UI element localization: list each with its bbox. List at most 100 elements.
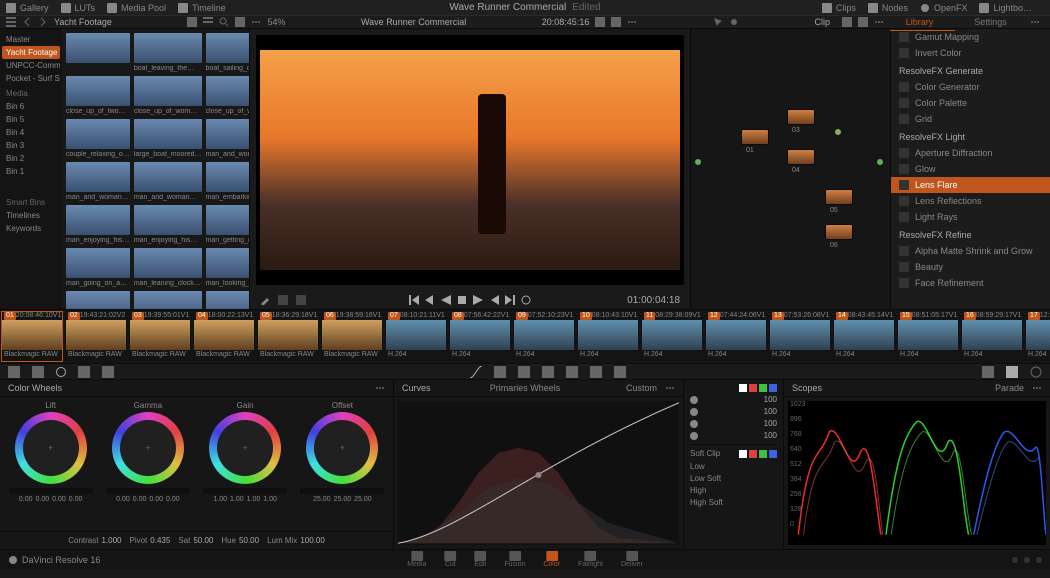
tool-sizing-icon[interactable] [590, 366, 602, 378]
color-wheel-gamma[interactable]: Gamma+0.000.000.000.00 [101, 401, 194, 527]
library-item[interactable]: Gamut Mapping [891, 29, 1050, 45]
media-thumbnail[interactable]: couple_relaxing_o… [66, 119, 130, 158]
timeline-clip[interactable]: 0619:38:59:16V1Blackmagic RAW [322, 312, 382, 361]
page-cut[interactable]: Cut [444, 551, 456, 568]
media-pool-tab[interactable]: Media Pool [107, 3, 166, 13]
list-icon[interactable] [6, 17, 16, 27]
timeline-clip[interactable]: 1307:53:26:08V1H.264 [770, 312, 830, 361]
reset-icon[interactable] [858, 17, 868, 27]
wheels-mode[interactable]: Primaries Wheels [490, 383, 561, 393]
media-thumbnail[interactable]: man_and_woman… [66, 162, 130, 201]
luts-tab[interactable]: LUTs [61, 3, 96, 13]
timeline-clip[interactable]: 0319:39:55:01V1Blackmagic RAW [130, 312, 190, 361]
first-frame-button[interactable] [409, 295, 419, 305]
node[interactable]: 06 [825, 224, 853, 240]
timeline-clip[interactable]: 1508:51:05:17V1H.264 [898, 312, 958, 361]
media-thumbnail[interactable]: man_pulling_up_s… [134, 291, 202, 309]
tool-adjust-icon[interactable] [8, 366, 20, 378]
library-item[interactable]: Aperture Diffraction [891, 145, 1050, 161]
tool-window-icon[interactable] [78, 366, 90, 378]
media-thumbnail[interactable]: man_pulling_rope… [66, 291, 130, 309]
library-tab[interactable]: Library [884, 14, 955, 31]
tree-bin[interactable]: Bin 5 [2, 113, 60, 126]
tool-3d-icon[interactable] [614, 366, 626, 378]
library-item[interactable]: Grid [891, 111, 1050, 127]
timeline-clip[interactable]: 1608:59:29:17V1H.264 [962, 312, 1022, 361]
curves-editor[interactable] [398, 401, 679, 545]
library-item[interactable]: Face Refinement [891, 275, 1050, 291]
library-item[interactable]: Color Palette [891, 95, 1050, 111]
tool-key-icon[interactable] [566, 366, 578, 378]
library-item[interactable]: Light Rays [891, 209, 1050, 225]
sort-icon[interactable] [235, 17, 245, 27]
prev-frame-button[interactable] [425, 295, 435, 305]
media-thumbnail[interactable]: man_and_woman… [206, 119, 249, 158]
media-thumbnail[interactable]: man_enjoying_his… [134, 205, 202, 244]
library-item[interactable]: Invert Color [891, 45, 1050, 61]
tool-info-icon[interactable] [1030, 366, 1042, 378]
search-icon[interactable] [219, 17, 229, 27]
loop-button[interactable] [521, 295, 531, 305]
page-color[interactable]: Color [543, 551, 560, 568]
media-thumbnail[interactable]: man_embarking_… [206, 162, 249, 201]
node-graph[interactable]: 01 03 04 05 06 [690, 29, 890, 309]
timeline-tab[interactable]: Timeline [178, 3, 226, 13]
timeline-clip[interactable]: 1712:30:18:24V1H.264 [1026, 312, 1050, 361]
timeline-clip[interactable]: 0219:43:21:02V2Blackmagic RAW [66, 312, 126, 361]
more-lib-icon[interactable] [1030, 17, 1040, 27]
more-node-icon[interactable] [874, 17, 884, 27]
library-item[interactable]: Beauty [891, 259, 1050, 275]
tool-keyframe-icon[interactable] [982, 366, 994, 378]
clip-timeline[interactable]: 0120:08:46:10V1Blackmagic RAW0219:43:21:… [0, 309, 1050, 363]
grid-icon-r[interactable] [842, 17, 852, 27]
tree-bin[interactable]: Bin 6 [2, 100, 60, 113]
highlight-icon[interactable] [296, 295, 306, 305]
media-thumbnail[interactable]: close_up_of_wom… [134, 76, 202, 115]
tree-item[interactable]: Yacht Footage [2, 46, 60, 59]
page-edit[interactable]: Edit [474, 551, 486, 568]
tool-tracking-icon[interactable] [102, 366, 114, 378]
playhead-timecode[interactable]: 01:00:04:18 [627, 295, 680, 306]
pointer-icon[interactable] [713, 17, 723, 27]
node-tool-icon[interactable] [729, 17, 739, 27]
media-thumbnail[interactable]: large_boat_moored… [134, 119, 202, 158]
play-button[interactable] [473, 295, 483, 305]
parade-scope[interactable]: 10238967686405123842561280 [788, 401, 1046, 545]
stop-button[interactable] [457, 295, 467, 305]
scopes-mode[interactable]: Parade [995, 383, 1024, 393]
tree-smart-item[interactable]: Timelines [2, 209, 60, 222]
media-thumbnail[interactable]: man_enjoying_his… [66, 205, 130, 244]
settings-tab[interactable]: Settings [955, 14, 1026, 31]
thumb-view-icon[interactable] [187, 17, 197, 27]
more-wheels-icon[interactable] [375, 383, 385, 393]
timeline-clip[interactable]: 0120:08:46:10V1Blackmagic RAW [2, 312, 62, 361]
media-thumbnail[interactable] [66, 33, 130, 72]
chevron-right-icon[interactable] [38, 17, 48, 27]
expand-icon[interactable] [611, 17, 621, 27]
timeline-clip[interactable]: 0907:52:10:23V1H.264 [514, 312, 574, 361]
color-wheel-gain[interactable]: Gain+1.001.001.001.00 [199, 401, 292, 527]
tree-bin[interactable]: Bin 3 [2, 139, 60, 152]
library-item[interactable]: Glow [891, 161, 1050, 177]
tree-smart-item[interactable]: Keywords [2, 222, 60, 235]
clips-tab[interactable]: Clips [822, 3, 856, 13]
viewer-timecode[interactable]: 20:08:45:16 [542, 17, 590, 27]
gallery-tab[interactable]: Gallery [6, 3, 49, 13]
timeline-clip[interactable]: 1408:43:45:14V1H.264 [834, 312, 894, 361]
media-thumbnail[interactable]: man_leaning_clock… [134, 248, 202, 287]
more-icon[interactable] [251, 17, 261, 27]
timeline-clip[interactable]: 0518:36:29:18V1Blackmagic RAW [258, 312, 318, 361]
tool-qualifier-icon[interactable] [56, 367, 66, 377]
timeline-clip[interactable]: 0807:56:42:22V1H.264 [450, 312, 510, 361]
media-thumbnail[interactable]: man_going_on_a… [66, 248, 130, 287]
split-icon[interactable] [278, 295, 288, 305]
node[interactable]: 01 [741, 129, 769, 145]
tool-scopes-icon[interactable] [1006, 366, 1018, 378]
node[interactable]: 05 [825, 189, 853, 205]
tree-item[interactable]: UNPCC-Comm… [2, 59, 60, 72]
tool-blur-icon[interactable] [542, 366, 554, 378]
tree-bin[interactable]: Bin 1 [2, 165, 60, 178]
tree-item[interactable]: Pocket - Surf Sh… [2, 72, 60, 85]
page-deliver[interactable]: Deliver [621, 551, 643, 568]
media-thumbnail[interactable]: man_and_woman… [134, 162, 202, 201]
